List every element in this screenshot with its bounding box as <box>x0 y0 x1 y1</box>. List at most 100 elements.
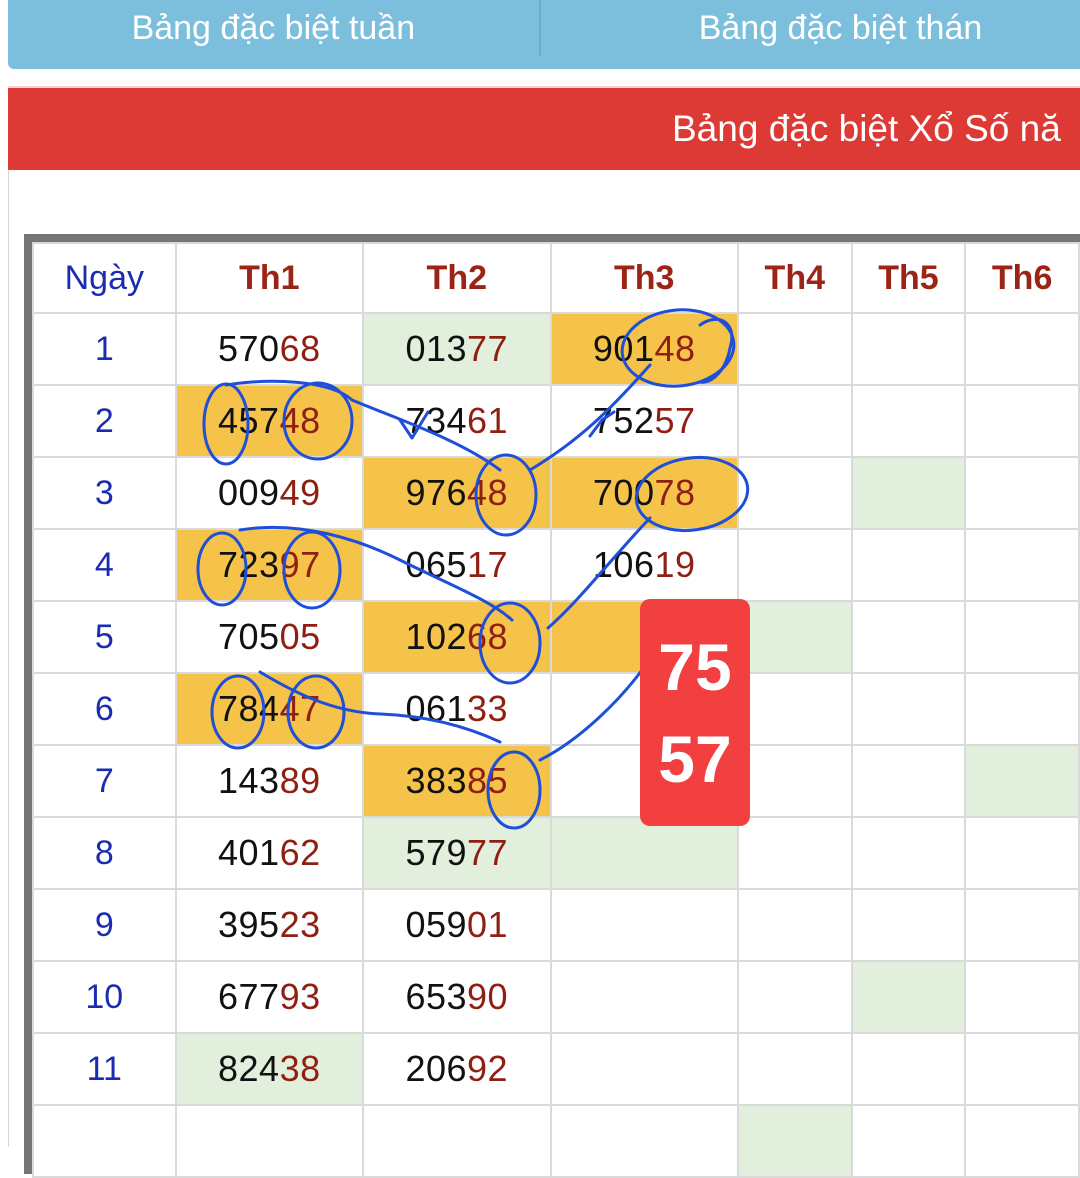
result-cell <box>549 816 739 890</box>
result-number: 06133 <box>405 688 509 729</box>
result-cell <box>964 312 1080 386</box>
result-cell: 57068 <box>174 312 365 386</box>
result-cell <box>964 888 1080 962</box>
table-row: 5 70505 10268 <box>32 600 1080 674</box>
result-cell <box>549 888 739 962</box>
column-header-th5: Th5 <box>850 242 967 314</box>
table-row: 6 78447 06133 <box>32 672 1080 746</box>
result-cell <box>964 600 1080 674</box>
table-header-row: Ngày Th1 Th2 Th3 Th4 Th5 Th6 <box>32 242 1080 314</box>
result-number: 70505 <box>218 616 321 657</box>
result-cell: 72397 <box>174 528 365 602</box>
result-cell <box>964 528 1080 602</box>
result-cell: 67793 <box>174 960 365 1034</box>
result-number: 70078 <box>592 472 696 513</box>
result-number: 14389 <box>218 760 321 801</box>
result-cell: 10268 <box>362 600 552 674</box>
column-header-th4: Th4 <box>736 242 853 314</box>
result-cell <box>964 960 1080 1034</box>
result-cell <box>964 672 1080 746</box>
result-cell <box>964 384 1080 458</box>
result-cell <box>964 456 1080 530</box>
day-cell: 3 <box>32 456 177 530</box>
card-border <box>8 170 9 1147</box>
column-header-th6: Th6 <box>964 242 1080 314</box>
prediction-line-1: 75 <box>658 629 732 704</box>
result-cell <box>850 960 967 1034</box>
result-cell: 70078 <box>549 456 739 530</box>
day-cell: 2 <box>32 384 177 458</box>
table-row: 3 00949 97648 70078 <box>32 456 1080 530</box>
column-header-th3: Th3 <box>549 242 739 314</box>
column-header-th1: Th1 <box>174 242 365 314</box>
column-header-day: Ngày <box>32 242 177 314</box>
result-cell: 14389 <box>174 744 365 818</box>
page-title: Bảng đặc biệt Xổ Số nă <box>672 108 1061 149</box>
result-number: 40162 <box>218 832 321 873</box>
result-cell: 01377 <box>362 312 552 386</box>
special-results-table: Ngày Th1 Th2 Th3 Th4 Th5 Th6 1 57068 01377… <box>32 242 1080 1178</box>
result-number: 72397 <box>218 544 321 585</box>
table-row <box>32 1104 1080 1178</box>
result-number: 78447 <box>218 688 321 729</box>
result-cell <box>736 672 853 746</box>
result-cell: 05901 <box>362 888 552 962</box>
result-cell: 90148 <box>549 312 739 386</box>
result-cell <box>736 1104 853 1178</box>
result-cell <box>549 960 739 1034</box>
result-number: 97648 <box>405 472 509 513</box>
result-number: 39523 <box>218 904 321 945</box>
page-title-banner: Bảng đặc biệt Xổ Số nă <box>8 86 1080 170</box>
result-cell: 39523 <box>174 888 365 962</box>
result-cell <box>850 1032 967 1106</box>
prediction-badge: 75 57 <box>640 599 750 826</box>
result-cell <box>964 744 1080 818</box>
result-cell <box>850 744 967 818</box>
day-cell: 7 <box>32 744 177 818</box>
result-cell <box>736 312 853 386</box>
result-number: 67793 <box>218 976 321 1017</box>
result-cell: 20692 <box>362 1032 552 1106</box>
result-cell: 38385 <box>362 744 552 818</box>
day-cell: 1 <box>32 312 177 386</box>
result-number: 05901 <box>405 904 509 945</box>
day-cell: 11 <box>32 1032 177 1106</box>
result-cell: 75257 <box>549 384 739 458</box>
result-cell <box>964 1032 1080 1106</box>
tab-weekly-special[interactable]: Bảng đặc biệt tuần <box>8 0 541 56</box>
prediction-line-2: 57 <box>658 721 732 796</box>
result-cell <box>964 1104 1080 1178</box>
result-cell <box>736 888 853 962</box>
table-row: 4 72397 06517 10619 <box>32 528 1080 602</box>
column-header-th2: Th2 <box>362 242 552 314</box>
result-cell: 70505 <box>174 600 365 674</box>
result-number: 57977 <box>405 832 509 873</box>
result-number: 38385 <box>405 760 509 801</box>
result-cell <box>850 672 967 746</box>
result-number: 65390 <box>405 976 509 1017</box>
table-row: 2 45748 73461 75257 <box>32 384 1080 458</box>
result-cell: 06517 <box>362 528 552 602</box>
result-cell <box>174 1104 365 1178</box>
table-row: 1 57068 01377 90148 <box>32 312 1080 386</box>
result-cell <box>850 528 967 602</box>
result-number: 06517 <box>405 544 509 585</box>
table-row: 11 82438 20692 <box>32 1032 1080 1106</box>
result-cell <box>736 528 853 602</box>
result-cell <box>850 456 967 530</box>
result-number: 57068 <box>218 328 321 369</box>
day-cell: 10 <box>32 960 177 1034</box>
result-number: 73461 <box>405 400 509 441</box>
day-cell: 4 <box>32 528 177 602</box>
result-cell <box>549 1104 739 1178</box>
result-cell <box>850 312 967 386</box>
day-cell <box>32 1104 177 1178</box>
result-cell <box>736 960 853 1034</box>
tab-monthly-special[interactable]: Bảng đặc biệt thán <box>541 0 1080 56</box>
result-cell <box>850 600 967 674</box>
result-cell: 57977 <box>362 816 552 890</box>
result-number: 01377 <box>405 328 509 369</box>
result-cell <box>736 600 853 674</box>
result-cell <box>549 1032 739 1106</box>
result-cell <box>850 888 967 962</box>
